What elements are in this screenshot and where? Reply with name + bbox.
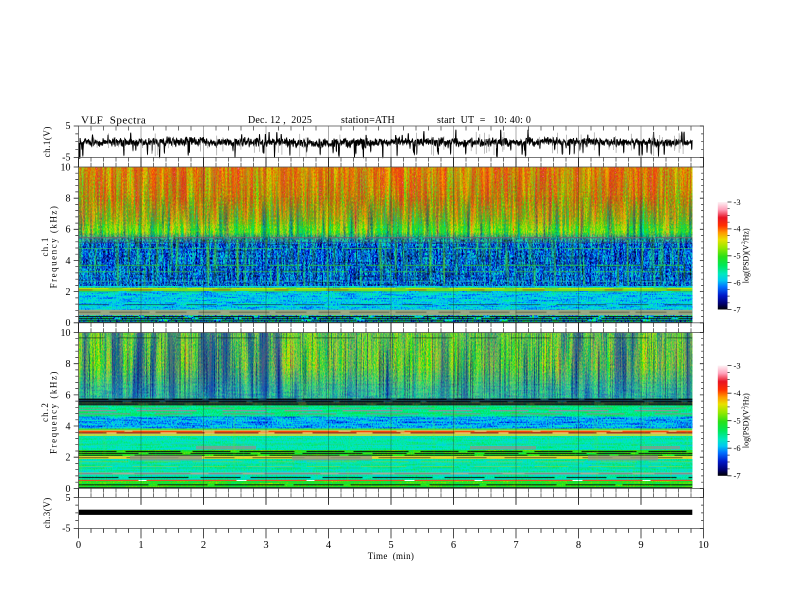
- svg-text:-6: -6: [734, 443, 741, 453]
- svg-text:Dec. 12 , 2025: Dec. 12 , 2025: [248, 115, 312, 126]
- svg-text:8: 8: [66, 194, 71, 205]
- svg-text:-5: -5: [734, 416, 741, 426]
- svg-text:3: 3: [263, 540, 268, 551]
- svg-text:log(PSD)(V /Hz): log(PSD)(V /Hz): [742, 393, 751, 448]
- svg-text:-6: -6: [734, 277, 741, 287]
- svg-text:-5: -5: [734, 251, 741, 261]
- svg-text:10: 10: [61, 328, 71, 339]
- svg-text:4: 4: [326, 540, 332, 551]
- svg-text:2: 2: [741, 241, 747, 244]
- svg-text:5: 5: [388, 540, 393, 551]
- svg-text:5: 5: [66, 121, 71, 132]
- svg-text:6: 6: [66, 225, 71, 236]
- svg-text:-4: -4: [734, 388, 742, 398]
- svg-text:-7: -7: [734, 304, 741, 314]
- svg-text:10: 10: [61, 162, 71, 173]
- svg-text:7: 7: [513, 540, 518, 551]
- svg-text:ch.1(V): ch.1(V): [42, 126, 52, 157]
- svg-text:9: 9: [638, 540, 643, 551]
- svg-text:VLF Spectra: VLF Spectra: [81, 115, 146, 127]
- svg-text:2: 2: [741, 406, 747, 409]
- svg-text:Time (min): Time (min): [368, 551, 414, 561]
- svg-text:5: 5: [66, 493, 71, 504]
- svg-text:10: 10: [698, 540, 709, 551]
- svg-text:-4: -4: [734, 224, 742, 234]
- svg-text:4: 4: [66, 256, 71, 267]
- svg-text:-5: -5: [62, 524, 70, 535]
- svg-text:ch.3(V): ch.3(V): [42, 497, 52, 528]
- svg-text:Frequency (kHz): Frequency (kHz): [49, 205, 59, 289]
- svg-text:8: 8: [576, 540, 581, 551]
- svg-text:2: 2: [66, 287, 71, 298]
- svg-text:-3: -3: [734, 360, 741, 370]
- svg-text:log(PSD)(V /Hz): log(PSD)(V /Hz): [742, 228, 751, 283]
- svg-text:0: 0: [76, 540, 81, 551]
- svg-text:start UT = 10: 40: 0: start UT = 10: 40: 0: [437, 115, 531, 126]
- svg-text:6: 6: [66, 390, 71, 401]
- svg-text:1: 1: [138, 540, 143, 551]
- svg-text:-7: -7: [734, 471, 741, 481]
- svg-text:2: 2: [201, 540, 206, 551]
- svg-text:station=ATH: station=ATH: [341, 115, 395, 126]
- svg-text:-3: -3: [734, 197, 741, 207]
- svg-text:8: 8: [66, 359, 71, 370]
- svg-text:2: 2: [66, 453, 71, 464]
- svg-text:6: 6: [451, 540, 456, 551]
- svg-text:Frequency (kHz): Frequency (kHz): [49, 370, 59, 454]
- svg-text:4: 4: [66, 421, 71, 432]
